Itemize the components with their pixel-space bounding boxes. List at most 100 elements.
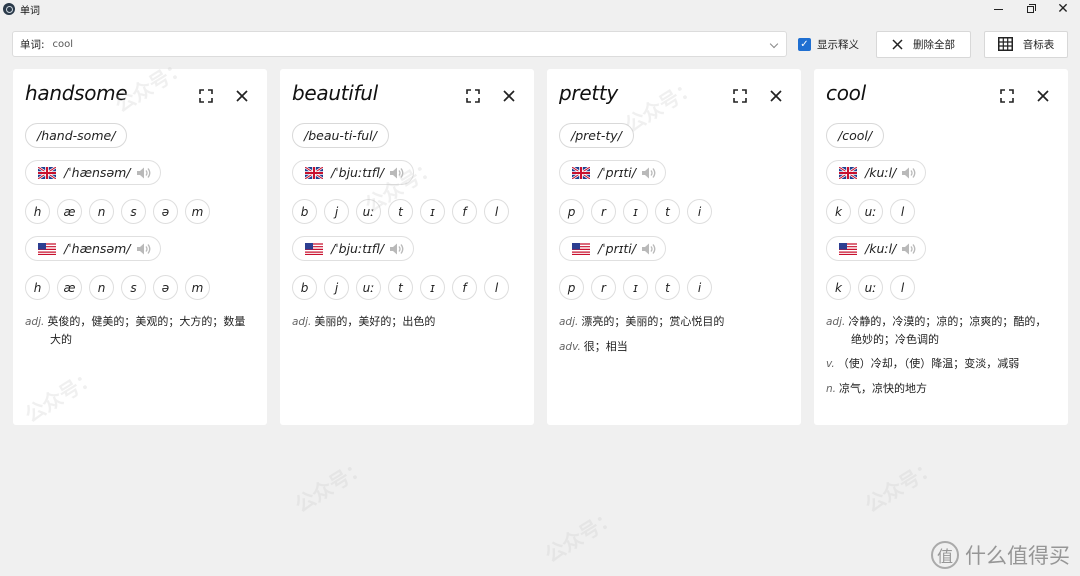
phoneme-button[interactable]: t xyxy=(655,199,680,224)
uk-phonemes: k uː l xyxy=(826,199,922,224)
toolbar: 单词: cool ✓ 显示释义 删除全部 音标表 xyxy=(12,30,1068,58)
phoneme-button[interactable]: ɪ xyxy=(623,275,648,300)
window-controls: ✕ xyxy=(982,0,1080,18)
definition-text: 冷静的，冷漠的；凉的；凉爽的；酷的，绝妙的；冷色调的 xyxy=(848,315,1047,346)
phoneme-button[interactable]: ɪ xyxy=(420,275,445,300)
phoneme-button[interactable]: i xyxy=(687,275,712,300)
uk-pronunciation[interactable]: /ˈprɪti/ xyxy=(559,160,666,185)
phoneme-button[interactable]: ɪ xyxy=(623,199,648,224)
phoneme-button[interactable]: uː xyxy=(356,275,381,300)
show-definitions-toggle[interactable]: ✓ 显示释义 xyxy=(798,31,859,57)
definition-text: 英俊的，健美的；美观的；大方的；数量大的 xyxy=(47,315,246,346)
us-pronunciation[interactable]: /ˈbjuːtɪfl/ xyxy=(292,236,415,261)
phoneme-button[interactable]: p xyxy=(559,199,584,224)
us-pronunciation[interactable]: /kuːl/ xyxy=(826,236,927,261)
phoneme-button[interactable]: k xyxy=(826,275,851,300)
close-window-button[interactable]: ✕ xyxy=(1046,0,1080,18)
card-word: handsome xyxy=(25,81,128,105)
uk-pronunciation[interactable]: /ˈbjuːtɪfl/ xyxy=(292,160,415,185)
show-definitions-checkbox[interactable]: ✓ xyxy=(798,37,811,51)
phoneme-button[interactable]: uː xyxy=(858,275,883,300)
delete-x-icon xyxy=(892,38,903,50)
phoneme-button[interactable]: b xyxy=(292,199,317,224)
window-title: 单词 xyxy=(20,5,40,17)
close-card-button[interactable] xyxy=(1036,88,1050,102)
uk-pronunciation[interactable]: /ˈhænsəm/ xyxy=(25,160,161,185)
phoneme-button[interactable]: t xyxy=(655,275,680,300)
phoneme-button[interactable]: t xyxy=(388,199,413,224)
definition-text: 漂亮的；美丽的；赏心悦目的 xyxy=(581,315,725,328)
phoneme-button[interactable]: p xyxy=(559,275,584,300)
definition: v. （使）冷却，（使）降温；变淡，减弱 xyxy=(826,355,1056,373)
close-card-button[interactable] xyxy=(769,88,783,102)
phoneme-button[interactable]: m xyxy=(185,275,210,300)
phoneme-button[interactable]: n xyxy=(89,199,114,224)
uk-ipa: /ˈprɪti/ xyxy=(598,165,636,180)
phoneme-button[interactable]: b xyxy=(292,275,317,300)
phoneme-button[interactable]: j xyxy=(324,199,349,224)
brand-text: 什么值得买 xyxy=(965,544,1070,568)
phoneme-button[interactable]: h xyxy=(25,199,50,224)
uk-ipa: /kuːl/ xyxy=(865,165,897,180)
part-of-speech: adj. xyxy=(292,316,312,328)
phonetic-table-label: 音标表 xyxy=(1022,38,1055,51)
phoneme-button[interactable]: l xyxy=(484,275,509,300)
definition: adj. 英俊的，健美的；美观的；大方的；数量大的 xyxy=(25,313,255,348)
minimize-icon xyxy=(993,8,1003,10)
uk-ipa: /ˈbjuːtɪfl/ xyxy=(331,165,385,180)
us-pronunciation[interactable]: /ˈhænsəm/ xyxy=(25,236,161,261)
word-input[interactable]: cool xyxy=(53,39,786,50)
phoneme-button[interactable]: r xyxy=(591,275,616,300)
uk-flag-icon xyxy=(38,166,56,179)
phoneme-button[interactable]: s xyxy=(121,275,146,300)
restore-button[interactable] xyxy=(1014,0,1046,18)
expand-button[interactable] xyxy=(199,88,213,103)
delete-all-button[interactable]: 删除全部 xyxy=(876,30,971,58)
uk-phonemes: hænsəm xyxy=(25,199,217,224)
phoneme-button[interactable]: æ xyxy=(57,275,82,300)
close-icon xyxy=(770,90,782,102)
phoneme-button[interactable]: æ xyxy=(57,199,82,224)
phoneme-button[interactable]: k xyxy=(826,199,851,224)
uk-pronunciation[interactable]: /kuːl/ xyxy=(826,160,927,185)
phoneme-button[interactable]: uː xyxy=(858,199,883,224)
phoneme-button[interactable]: r xyxy=(591,199,616,224)
minimize-button[interactable] xyxy=(982,0,1014,18)
phonetic-table-button[interactable]: 音标表 xyxy=(984,30,1068,58)
uk-ipa: /ˈhænsəm/ xyxy=(64,165,131,180)
phoneme-button[interactable]: n xyxy=(89,275,114,300)
phoneme-button[interactable]: ə xyxy=(153,199,178,224)
expand-button[interactable] xyxy=(1000,88,1014,103)
phoneme-button[interactable]: j xyxy=(324,275,349,300)
phoneme-button[interactable]: ə xyxy=(153,275,178,300)
us-phonemes: hænsəm xyxy=(25,275,217,300)
us-phonemes: k uː l xyxy=(826,275,922,300)
phoneme-button[interactable]: h xyxy=(25,275,50,300)
phoneme-button[interactable]: uː xyxy=(356,199,381,224)
phoneme-button[interactable]: f xyxy=(452,275,477,300)
expand-button[interactable] xyxy=(733,88,747,103)
us-pronunciation[interactable]: /ˈprɪti/ xyxy=(559,236,666,261)
phoneme-button[interactable]: i xyxy=(687,199,712,224)
definitions: adj. 英俊的，健美的；美观的；大方的；数量大的 xyxy=(25,313,255,355)
word-combobox[interactable]: 单词: cool xyxy=(12,31,787,57)
phoneme-button[interactable]: l xyxy=(484,199,509,224)
card-word: cool xyxy=(826,81,866,105)
restore-icon xyxy=(1026,3,1036,13)
phoneme-button[interactable]: t xyxy=(388,275,413,300)
close-card-button[interactable] xyxy=(502,88,516,102)
uk-phonemes: b j uː t ɪ f l xyxy=(292,199,516,224)
us-flag-icon xyxy=(38,242,56,255)
phoneme-button[interactable]: s xyxy=(121,199,146,224)
close-card-button[interactable] xyxy=(235,88,249,102)
expand-button[interactable] xyxy=(466,88,480,103)
phoneme-button[interactable]: m xyxy=(185,199,210,224)
phoneme-button[interactable]: ɪ xyxy=(420,199,445,224)
close-icon xyxy=(236,90,248,102)
definitions: adj. 漂亮的；美丽的；赏心悦目的 adv. 很；相当 xyxy=(559,313,789,363)
phoneme-button[interactable]: l xyxy=(890,275,915,300)
word-card: handsome/hand-some//ˈhænsəm/h æ n s ə m/ˈhæns… xyxy=(13,69,267,425)
phoneme-button[interactable]: l xyxy=(890,199,915,224)
phoneme-button[interactable]: f xyxy=(452,199,477,224)
us-phonemes: b j uː t ɪ f l xyxy=(292,275,516,300)
